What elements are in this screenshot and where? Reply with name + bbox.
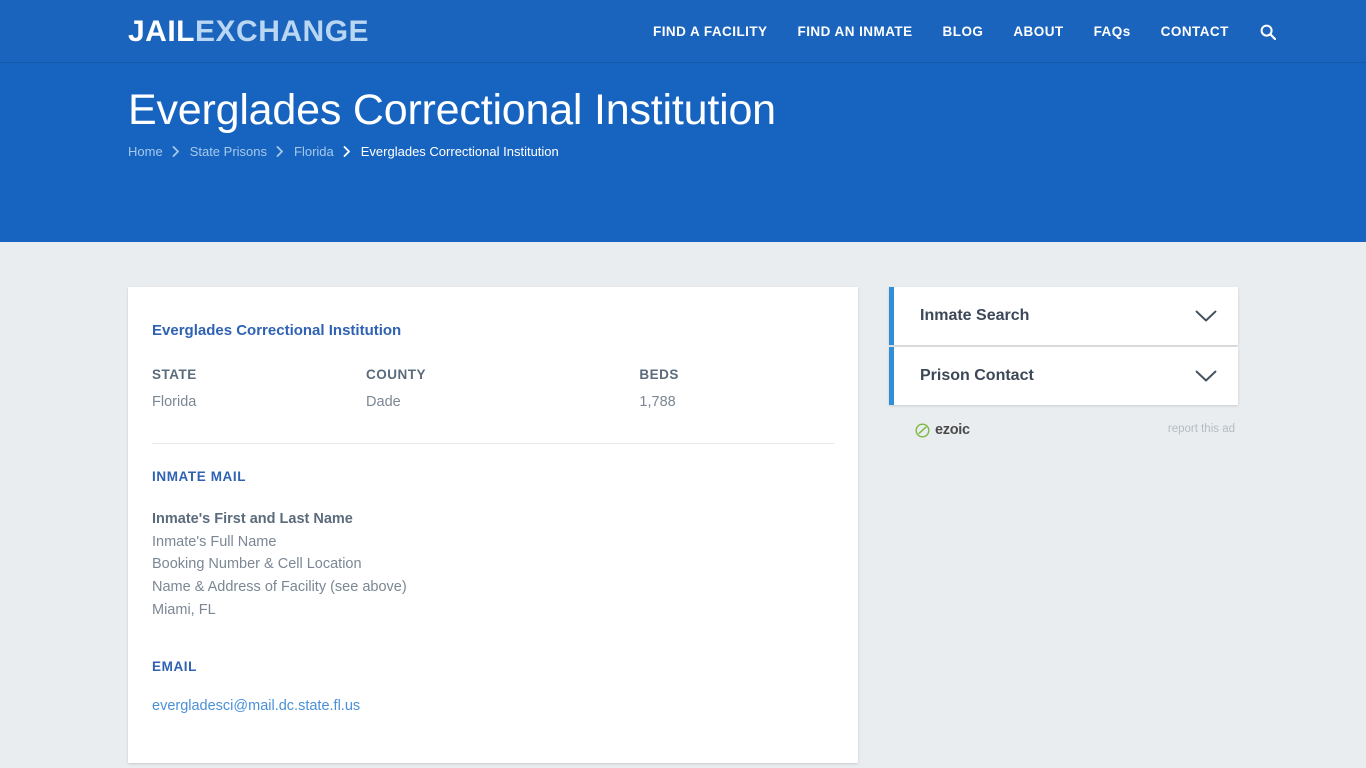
chevron-right-icon — [163, 146, 190, 157]
chevron-down-icon[interactable] — [1195, 370, 1217, 383]
inmate-mail-line-2: Booking Number & Cell Location — [152, 556, 362, 573]
inmate-mail-line-4: Miami, FL — [152, 601, 216, 618]
stat-value-county: Dade — [366, 393, 401, 410]
logo-text-exchange: EXCHANGE — [195, 15, 370, 48]
breadcrumb-item-home[interactable]: Home — [128, 144, 163, 159]
stat-label-county: COUNTY — [366, 366, 427, 382]
section-divider — [152, 443, 834, 445]
inmate-mail-line-3: Name & Address of Facility (see above) — [152, 579, 407, 596]
nav-about[interactable]: ABOUT — [998, 0, 1078, 63]
stat-value-state: Florida — [152, 393, 197, 410]
inmate-mail-line-1: Inmate's Full Name — [152, 533, 277, 550]
chevron-right-icon — [267, 146, 294, 157]
search-icon — [1260, 24, 1276, 40]
main-navigation: FIND A FACILITY FIND AN INMATE BLOG ABOU… — [638, 0, 1288, 63]
facility-stats: STATE Florida COUNTY Dade BEDS 1,788 — [152, 367, 834, 412]
nav-contact[interactable]: CONTACT — [1146, 0, 1244, 63]
report-this-ad-link[interactable]: report this ad — [1168, 424, 1235, 436]
breadcrumb: Home State Prisons Florida Everglades Co… — [128, 144, 559, 159]
accordion-prison-contact[interactable]: Prison Contact — [889, 347, 1238, 405]
page-body: Everglades Correctional Institution STAT… — [0, 242, 1366, 768]
stat-label-beds: BEDS — [639, 366, 679, 382]
chevron-down-icon[interactable] — [1195, 310, 1217, 323]
facility-detail-card: Everglades Correctional Institution STAT… — [128, 287, 858, 763]
ad-attribution-bar: ezoic report this ad — [889, 419, 1238, 441]
sidebar: Inmate Search Prison Contact ezoic repor… — [889, 287, 1238, 441]
accordion-inmate-search-label: Inmate Search — [920, 307, 1030, 325]
page-hero: Everglades Correctional Institution Home… — [0, 63, 1366, 242]
ezoic-branding[interactable]: ezoic — [915, 423, 970, 438]
stat-state: STATE Florida — [152, 367, 366, 412]
stat-county: COUNTY Dade — [366, 367, 639, 412]
nav-find-an-inmate[interactable]: FIND AN INMATE — [783, 0, 928, 63]
email-heading: EMAIL — [152, 659, 197, 675]
breadcrumb-item-current: Everglades Correctional Institution — [360, 144, 559, 159]
site-logo[interactable]: JAILEXCHANGE — [128, 17, 369, 47]
logo-text-jail: JAIL — [128, 15, 196, 48]
chevron-right-icon — [334, 146, 361, 157]
facility-email-link[interactable]: evergladesci@mail.dc.state.fl.us — [152, 698, 360, 715]
accordion-prison-contact-label: Prison Contact — [920, 367, 1034, 385]
inmate-mail-heading: INMATE MAIL — [152, 469, 247, 485]
page-title: Everglades Correctional Institution — [128, 86, 776, 134]
nav-blog[interactable]: BLOG — [928, 0, 999, 63]
stat-beds: BEDS 1,788 — [639, 367, 834, 412]
accordion-inmate-search[interactable]: Inmate Search — [889, 287, 1238, 345]
ezoic-logo-icon — [915, 422, 930, 438]
breadcrumb-item-state-prisons[interactable]: State Prisons — [190, 144, 267, 159]
stat-value-beds: 1,788 — [639, 393, 676, 410]
site-header: JAILEXCHANGE FIND A FACILITY FIND AN INM… — [0, 0, 1366, 63]
nav-faqs[interactable]: FAQs — [1079, 0, 1146, 63]
search-toggle-button[interactable] — [1244, 0, 1288, 63]
inmate-mail-address-block: Inmate's First and Last Name Inmate's Fu… — [152, 508, 834, 621]
nav-find-a-facility[interactable]: FIND A FACILITY — [638, 0, 783, 63]
inmate-mail-line-name: Inmate's First and Last Name — [152, 511, 353, 528]
facility-name-heading: Everglades Correctional Institution — [152, 322, 402, 339]
ezoic-wordmark: ezoic — [935, 421, 970, 438]
breadcrumb-item-florida[interactable]: Florida — [294, 144, 334, 159]
stat-label-state: STATE — [152, 366, 197, 382]
